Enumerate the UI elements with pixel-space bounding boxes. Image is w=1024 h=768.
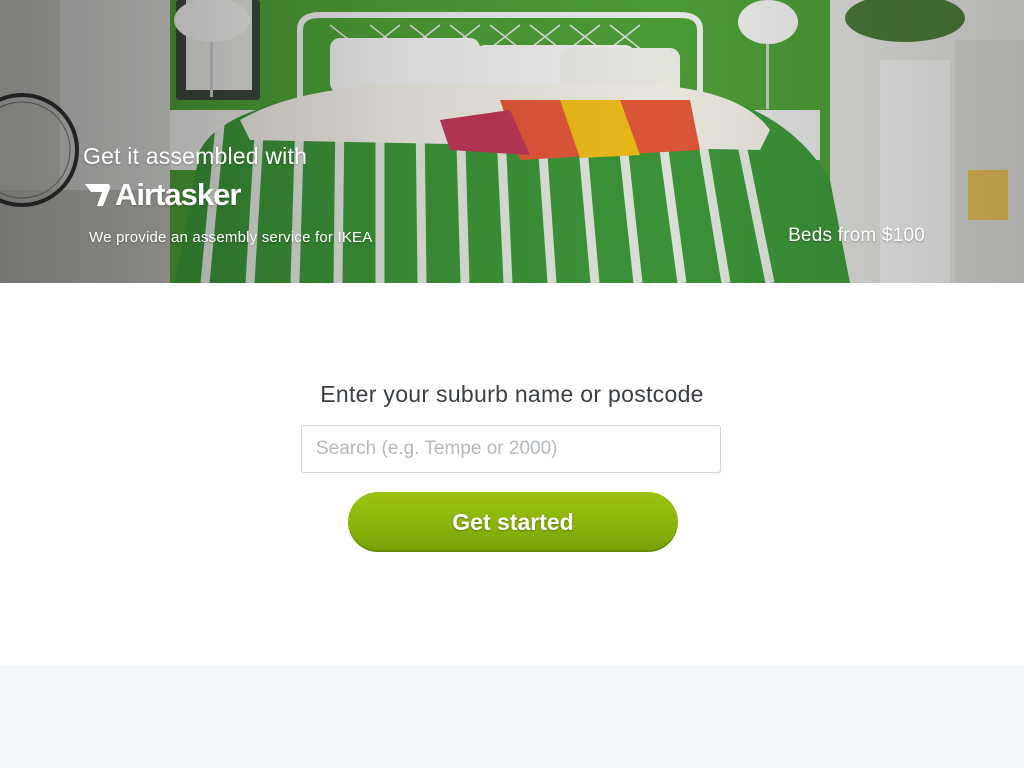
- hero-tagline: Get it assembled with: [83, 143, 308, 169]
- brand-name: Airtasker: [115, 177, 241, 212]
- search-section: Enter your suburb name or postcode Get s…: [0, 283, 1024, 666]
- hero-price-note: Beds from $100: [788, 225, 925, 246]
- airtasker-logo[interactable]: Airtasker: [83, 177, 241, 213]
- footer-band: [0, 666, 1024, 768]
- hero-banner: Get it assembled with Airtasker We provi…: [0, 0, 1024, 283]
- suburb-search-input[interactable]: [301, 425, 721, 473]
- search-heading: Enter your suburb name or postcode: [320, 381, 704, 407]
- get-started-button[interactable]: Get started: [348, 492, 678, 552]
- hero-subtitle: We provide an assembly service for IKEA: [89, 229, 373, 246]
- airtasker-logo-icon: [85, 184, 111, 206]
